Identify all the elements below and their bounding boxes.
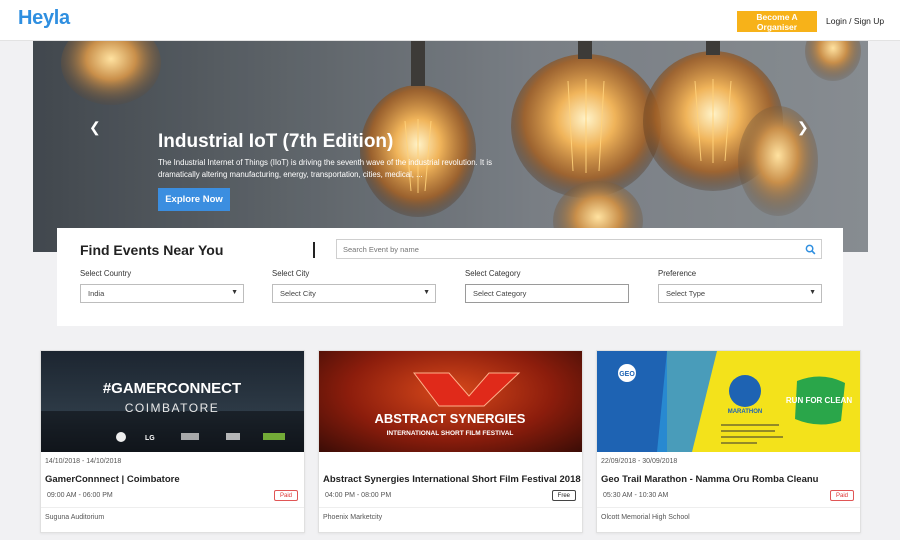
preference-value: Select Type	[666, 289, 706, 298]
event-time: 05:30 AM - 10:30 AM	[603, 492, 669, 499]
event-image-subtitle: GEO	[619, 371, 635, 378]
city-select[interactable]: Select City ▼	[272, 284, 436, 303]
preference-label: Preference	[658, 269, 697, 278]
event-title[interactable]: Geo Trail Marathon - Namma Oru Romba Cle…	[601, 474, 818, 485]
search-field[interactable]	[336, 239, 822, 259]
price-badge: Free	[551, 490, 576, 501]
event-image-title: ABSTRACT SYNERGIES	[375, 411, 526, 426]
chevron-left-icon[interactable]: ❮	[89, 119, 101, 136]
event-title[interactable]: GamerConnnect | Coimbatore	[45, 474, 180, 485]
event-image: GEO MARATHON RUN FOR CLEAN	[597, 351, 860, 452]
event-venue: Olcott Memorial High School	[601, 514, 690, 521]
chevron-right-icon[interactable]: ❯	[797, 119, 809, 136]
explore-now-button[interactable]: Explore Now	[158, 188, 230, 211]
city-value: Select City	[280, 289, 316, 298]
event-time: 09:00 AM - 06:00 PM	[47, 492, 113, 499]
event-time: 04:00 PM - 08:00 PM	[325, 492, 392, 499]
divider	[597, 507, 860, 508]
event-date: 22/09/2018 - 30/09/2018	[601, 458, 678, 465]
category-value: Select Category	[473, 289, 527, 298]
event-image-title: RUN FOR CLEAN	[786, 396, 852, 405]
find-events-title: Find Events Near You	[80, 242, 224, 258]
logo[interactable]: Heyla	[18, 7, 70, 30]
search-input[interactable]	[343, 242, 783, 256]
event-venue: Suguna Auditorium	[45, 514, 105, 521]
find-events-panel: Find Events Near You Select Country Indi…	[57, 228, 843, 326]
city-label: Select City	[272, 269, 310, 278]
divider	[41, 507, 304, 508]
hero-title: Industrial IoT (7th Edition)	[158, 131, 394, 152]
caret-down-icon: ▼	[809, 289, 816, 296]
event-card[interactable]: #GAMERCONNECT COIMBATORE LG 14/10/2018 -…	[40, 350, 305, 533]
event-image-subtitle: INTERNATIONAL SHORT FILM FESTIVAL	[387, 430, 514, 437]
divider	[313, 242, 315, 258]
country-select[interactable]: India ▼	[80, 284, 244, 303]
category-label: Select Category	[465, 269, 521, 278]
divider	[319, 507, 582, 508]
event-card[interactable]: ABSTRACT SYNERGIES INTERNATIONAL SHORT F…	[318, 350, 583, 533]
hero-description: The Industrial Internet of Things (IIoT)…	[158, 158, 492, 179]
caret-down-icon: ▼	[423, 289, 430, 296]
event-date: 14/10/2018 - 14/10/2018	[45, 458, 122, 465]
event-venue: Phoenix Marketcity	[323, 514, 383, 521]
event-image-subtitle: COIMBATORE	[125, 401, 220, 415]
hero-banner: ❮ ❯ Industrial IoT (7th Edition) The Ind…	[33, 41, 868, 252]
become-organiser-button[interactable]: Become A Organiser	[737, 11, 817, 32]
preference-select[interactable]: Select Type ▼	[658, 284, 822, 303]
top-nav: Heyla Become A Organiser Login / Sign Up	[0, 0, 900, 41]
price-badge: Paid	[273, 490, 298, 501]
category-input[interactable]: Select Category	[465, 284, 629, 303]
search-icon[interactable]	[805, 244, 816, 255]
event-image: #GAMERCONNECT COIMBATORE LG	[41, 351, 304, 452]
price-badge: Paid	[829, 490, 854, 501]
event-image: ABSTRACT SYNERGIES INTERNATIONAL SHORT F…	[319, 351, 582, 452]
sponsor-logo: LG	[145, 435, 155, 442]
event-image-label: MARATHON	[728, 409, 763, 415]
event-image-title: #GAMERCONNECT	[103, 380, 241, 397]
event-card[interactable]: GEO MARATHON RUN FOR CLEAN 22/09/2018 - …	[596, 350, 861, 533]
country-value: India	[88, 289, 105, 298]
login-signup-link[interactable]: Login / Sign Up	[826, 16, 884, 26]
event-title[interactable]: Abstract Synergies International Short F…	[323, 474, 581, 485]
country-label: Select Country	[80, 269, 132, 278]
caret-down-icon: ▼	[231, 289, 238, 296]
